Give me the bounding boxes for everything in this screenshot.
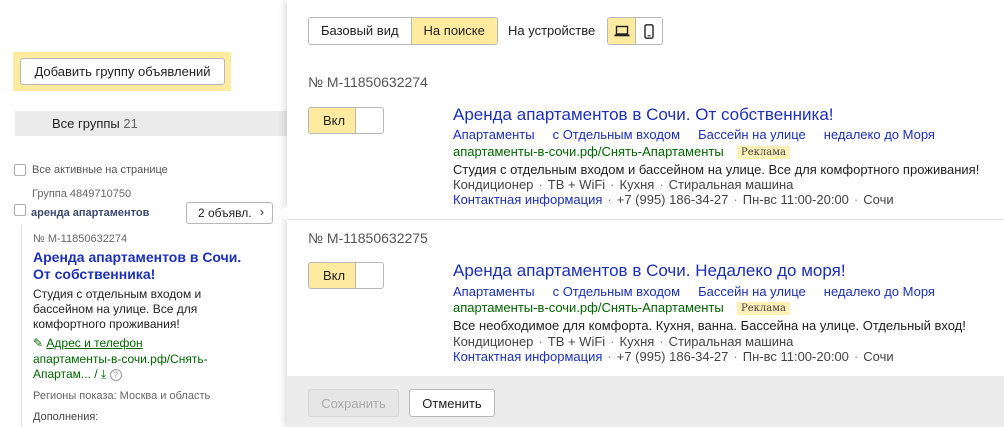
ad-badge: Реклама xyxy=(737,302,790,315)
sitelink[interactable]: Бассейн на улице xyxy=(698,127,806,142)
ads-count-button[interactable]: 2 объявл. › xyxy=(186,202,273,224)
hours: Пн-вс 11:00-20:00 xyxy=(742,349,849,364)
help-icon[interactable]: ? xyxy=(109,368,122,381)
add-group-button[interactable]: Добавить группу объявлений xyxy=(20,58,225,85)
ad-badge: Реклама xyxy=(737,146,790,159)
groups-label: Все группы xyxy=(52,116,120,131)
toggle-knob xyxy=(355,108,383,133)
group-checkbox[interactable] xyxy=(14,204,26,216)
feature: Стиральная машина xyxy=(668,334,794,349)
sitelink[interactable]: Апартаменты xyxy=(453,284,535,299)
phone: +7 (995) 186-34-27 xyxy=(616,192,729,207)
ad-number: № M-11850632274 xyxy=(308,74,428,90)
desktop-device-button[interactable] xyxy=(608,18,635,44)
popover-footer: Сохранить Отменить xyxy=(287,376,1004,427)
sitelink[interactable]: Апартаменты xyxy=(453,127,535,142)
mobile-device-button[interactable] xyxy=(635,18,662,44)
feature: Кухня xyxy=(619,334,655,349)
preview-ad-text: Студия с отдельным входом и бассейном на… xyxy=(33,287,202,331)
cancel-button[interactable]: Отменить xyxy=(409,389,495,417)
feature: ТВ + WiFi xyxy=(547,334,606,349)
preview-regions: Регионы показа: Москва и область xyxy=(33,390,211,402)
save-button[interactable]: Сохранить xyxy=(308,389,399,417)
group-name[interactable]: аренда апартаментов xyxy=(31,207,149,219)
all-active-label: Все активные на странице xyxy=(32,164,168,176)
sitelink[interactable]: недалеко до Моря xyxy=(824,284,935,299)
sitelink[interactable]: недалеко до Моря xyxy=(824,127,935,142)
popover-caret xyxy=(277,205,287,221)
feature: ТВ + WiFi xyxy=(547,177,606,192)
ad-toggle[interactable]: Вкл xyxy=(308,107,384,134)
feature: Стиральная машина xyxy=(668,177,794,192)
tab-basic-view[interactable]: Базовый вид xyxy=(309,18,411,44)
address-link[interactable]: Адрес и телефон xyxy=(46,336,142,350)
preview-address[interactable]: ✎ Адрес и телефон xyxy=(33,336,143,350)
ad-url[interactable]: апартаменты-в-сочи.рф/Снять-Апартаменты xyxy=(453,300,724,315)
ad-title[interactable]: Аренда апартаментов в Сочи. Недалеко до … xyxy=(453,261,846,281)
phone: +7 (995) 186-34-27 xyxy=(616,349,729,364)
groups-filter[interactable]: Все группы 21 xyxy=(15,111,287,136)
preview-ad-id: № M-11850632274 xyxy=(33,233,128,245)
sitelink[interactable]: с Отдельным входом xyxy=(553,127,681,142)
chevron-right-icon: › xyxy=(260,205,264,219)
ad-title[interactable]: Аренда апартаментов в Сочи. От собственн… xyxy=(453,105,834,125)
contact-link[interactable]: Контактная информация xyxy=(453,349,602,364)
toggle-label: Вкл xyxy=(323,268,346,283)
ads-count-label: 2 объявл. xyxy=(198,206,252,220)
feature: Кондиционер xyxy=(453,334,534,349)
ad-number: № M-11850632275 xyxy=(308,230,428,246)
toggle-label: Вкл xyxy=(323,113,346,128)
feature: Кухня xyxy=(619,177,655,192)
ad-contacts: Контактная информация · +7 (995) 186-34-27… xyxy=(453,192,894,207)
ad-features: Кондиционер · ТВ + WiFi · Кухня · Стиральная м… xyxy=(453,177,794,192)
city: Сочи xyxy=(863,192,894,207)
sitelink[interactable]: Бассейн на улице xyxy=(698,284,806,299)
ad-sitelinks: Апартаменты с Отдельным входом Бассейн н… xyxy=(453,284,953,299)
ad-preview-popover: Базовый вид На поиске На устройстве № M-… xyxy=(287,0,1004,427)
preview-extras: Дополнения: xyxy=(33,411,99,423)
laptop-icon xyxy=(614,25,629,37)
preview-url: апартаменты-в-сочи.рф/Снять-Апартам... /… xyxy=(33,352,243,382)
device-label: На устройстве xyxy=(508,23,596,38)
city: Сочи xyxy=(863,349,894,364)
ad-contacts: Контактная информация · +7 (995) 186-34-27… xyxy=(453,349,894,364)
hours: Пн-вс 11:00-20:00 xyxy=(742,192,849,207)
ad-toggle[interactable]: Вкл xyxy=(308,262,384,289)
add-group-highlight: Добавить группу объявлений xyxy=(13,52,231,91)
toggle-knob xyxy=(355,263,383,288)
campaign-sidebar: Добавить группу объявлений Все группы 21… xyxy=(0,0,287,427)
download-icon: ⤓ xyxy=(100,367,107,381)
preview-ad-title[interactable]: Аренда апартаментов в Сочи. От собственн… xyxy=(33,249,253,283)
ad-text: Все необходимое для комфорта. Кухня, ван… xyxy=(453,318,966,333)
ad-features: Кондиционер · ТВ + WiFi · Кухня · Стиральная м… xyxy=(453,334,794,349)
feature: Кондиционер xyxy=(453,177,534,192)
divider xyxy=(287,219,1004,220)
group-id: Группа 4849710750 xyxy=(32,188,132,200)
phone-icon xyxy=(644,23,654,39)
view-switcher: Базовый вид На поиске xyxy=(308,17,498,45)
ad-preview-card: № M-11850632274 Аренда апартаментов в Со… xyxy=(21,225,261,427)
ad-url[interactable]: апартаменты-в-сочи.рф/Снять-Апартаменты xyxy=(453,144,724,159)
all-active-checkbox[interactable] xyxy=(14,164,26,176)
contact-link[interactable]: Контактная информация xyxy=(453,192,602,207)
ad-sitelinks: Апартаменты с Отдельным входом Бассейн н… xyxy=(453,127,953,142)
groups-count: 21 xyxy=(123,116,138,131)
sitelink[interactable]: с Отдельным входом xyxy=(553,284,681,299)
tab-search-view[interactable]: На поиске xyxy=(410,18,497,44)
ad-text: Студия с отдельным входом и бассейном на… xyxy=(453,162,980,177)
pencil-icon: ✎ xyxy=(33,336,44,350)
device-switcher xyxy=(607,17,663,45)
